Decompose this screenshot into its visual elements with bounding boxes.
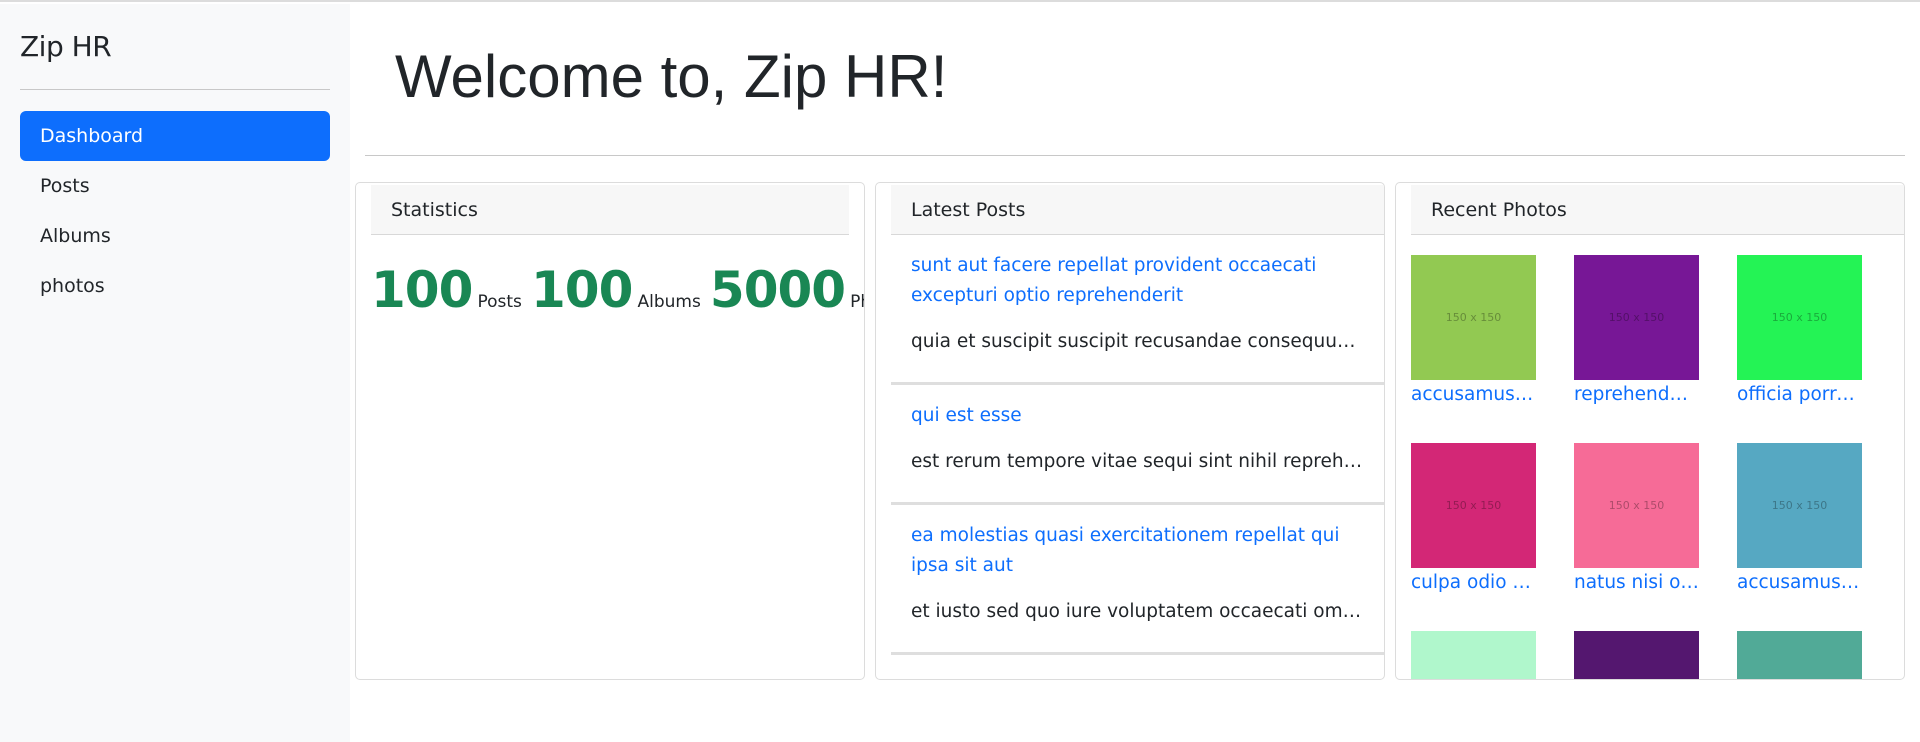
photo-thumbnail[interactable]: 150 x 150: [1737, 631, 1862, 679]
photo-item: 150 x 150 culpa odio esse rerum omnis lab…: [1411, 443, 1536, 593]
photo-thumbnail[interactable]: 150 x 150: [1574, 255, 1699, 380]
list-item: sunt aut facere repellat provident occae…: [891, 235, 1384, 385]
photo-thumbnail[interactable]: 150 x 150: [1574, 631, 1699, 679]
latest-posts-scroll[interactable]: Latest Posts sunt aut facere repellat pr…: [876, 183, 1384, 679]
photo-placeholder-text: 150 x 150: [1771, 311, 1828, 324]
main-content: Welcome to, Zip HR! Statistics 100 Posts…: [355, 4, 1905, 680]
list-item: ea molestias quasi exercitationem repell…: [891, 505, 1384, 655]
post-title-link[interactable]: qui est esse: [911, 401, 1364, 431]
statistics-card: Statistics 100 Posts 100 Albums 5000 Pho…: [355, 182, 865, 680]
statistics-header: Statistics: [371, 185, 849, 235]
recent-photos-card: Recent Photos 150 x 150 accusamus beatae …: [1395, 182, 1905, 680]
albums-count: 100: [531, 261, 633, 319]
brand-title: Zip HR: [20, 4, 330, 90]
post-title-link[interactable]: ea molestias quasi exercitationem repell…: [911, 521, 1364, 581]
photo-item: 150 x 150: [1574, 631, 1699, 679]
post-body: quia et suscipit suscipit recusandae con…: [911, 331, 1364, 352]
photo-thumbnail[interactable]: 150 x 150: [1411, 443, 1536, 568]
photo-thumbnail[interactable]: 150 x 150: [1737, 443, 1862, 568]
photo-thumbnail[interactable]: 150 x 150: [1737, 255, 1862, 380]
albums-label: Albums: [637, 292, 701, 312]
posts-label: Posts: [477, 292, 522, 312]
sidebar-item-dashboard[interactable]: Dashboard: [20, 111, 330, 161]
photo-placeholder-text: 150 x 150: [1771, 499, 1828, 512]
photo-placeholder-text: 150 x 150: [1608, 499, 1665, 512]
photo-thumbnail[interactable]: 150 x 150: [1411, 631, 1536, 679]
photo-title-link[interactable]: natus nisi omnis corporis facere molesti…: [1574, 572, 1699, 593]
latest-posts-header: Latest Posts: [891, 185, 1384, 235]
recent-photos-scroll[interactable]: Recent Photos 150 x 150 accusamus beatae …: [1396, 183, 1904, 679]
sidebar-item-photos[interactable]: photos: [20, 261, 330, 311]
sidebar: Zip HR Dashboard Posts Albums photos: [0, 4, 350, 742]
photo-title-link[interactable]: accusamus beatae ad facilis cum similiqu…: [1411, 384, 1536, 405]
photo-placeholder-text: 150 x 150: [1608, 311, 1665, 324]
statistics-values: 100 Posts 100 Albums 5000 Photos: [371, 235, 864, 319]
page-title: Welcome to, Zip HR!: [365, 4, 1905, 156]
posts-count: 100: [371, 261, 473, 319]
photo-item: 150 x 150 accusamus beatae ad facilis cum…: [1411, 255, 1536, 405]
list-item: qui est esse est rerum tempore vitae sequ…: [891, 385, 1384, 505]
photo-title-link[interactable]: culpa odio esse rerum omnis laboriosam v…: [1411, 572, 1536, 593]
photo-item: 150 x 150: [1411, 631, 1536, 679]
photo-item: 150 x 150: [1737, 631, 1862, 679]
post-body: et iusto sed quo iure voluptatem occaeca…: [911, 601, 1364, 622]
photo-thumbnail[interactable]: 150 x 150: [1574, 443, 1699, 568]
sidebar-item-albums[interactable]: Albums: [20, 211, 330, 261]
photo-item: 150 x 150 accusamus ea aliquid et amet se…: [1737, 443, 1862, 593]
photo-thumbnail[interactable]: 150 x 150: [1411, 255, 1536, 380]
sidebar-item-posts[interactable]: Posts: [20, 161, 330, 211]
photo-title-link[interactable]: reprehenderit est deserunt velit ipsam: [1574, 384, 1699, 405]
photo-item: 150 x 150 reprehenderit est deserunt veli…: [1574, 255, 1699, 405]
photo-title-link[interactable]: accusamus ea aliquid et amet sequi nemo: [1737, 572, 1862, 593]
post-body: est rerum tempore vitae sequi sint nihil…: [911, 451, 1364, 472]
photo-placeholder-text: 150 x 150: [1445, 311, 1502, 324]
sidebar-nav: Dashboard Posts Albums photos: [20, 111, 330, 311]
post-title-link[interactable]: sunt aut facere repellat provident occae…: [911, 251, 1364, 311]
photo-title-link[interactable]: officia porro iure quia iusto qui ipsa u…: [1737, 384, 1862, 405]
latest-posts-card: Latest Posts sunt aut facere repellat pr…: [875, 182, 1385, 680]
photos-label: Photos: [850, 292, 864, 312]
recent-photos-header: Recent Photos: [1411, 185, 1904, 235]
photo-item: 150 x 150 natus nisi omnis corporis facer…: [1574, 443, 1699, 593]
photo-placeholder-text: 150 x 150: [1445, 499, 1502, 512]
photo-item: 150 x 150 officia porro iure quia iusto q…: [1737, 255, 1862, 405]
photos-count: 5000: [709, 261, 846, 319]
